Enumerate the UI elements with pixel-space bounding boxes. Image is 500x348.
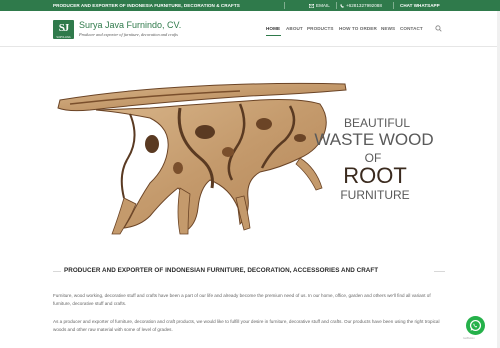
whatsapp-chat-link[interactable]: CHAT WHATSAPP: [400, 3, 440, 8]
top-tagline: PRODUCER AND EXPORTER OF INDONESIA FURNI…: [53, 3, 240, 8]
title-divider-right: [434, 271, 445, 272]
top-divider: [284, 2, 285, 9]
nav-news[interactable]: NEWS: [381, 26, 395, 31]
logo-small-text: SURYA JAVA: [56, 36, 71, 39]
intro-paragraph-1: Furniture, wood working, decorative stuf…: [53, 293, 431, 306]
email-link[interactable]: EMAIL: [309, 3, 330, 8]
nav-how-to-order[interactable]: HOW TO ORDER: [339, 26, 377, 31]
top-divider: [336, 2, 337, 9]
title-divider-left: [53, 271, 61, 272]
whatsapp-chat-label: CHAT WHATSAPP: [400, 3, 440, 8]
nav-contact[interactable]: CONTACT: [400, 26, 423, 31]
top-bar: PRODUCER AND EXPORTER OF INDONESIA FURNI…: [0, 0, 500, 11]
whatsapp-icon: [469, 319, 482, 332]
logo-monogram: SJ: [58, 22, 70, 34]
hero-line-4: ROOT: [343, 163, 407, 188]
nav-about[interactable]: ABOUT: [286, 26, 303, 31]
whatsapp-float-button[interactable]: [466, 316, 485, 335]
search-icon[interactable]: [435, 25, 442, 32]
top-divider: [393, 2, 394, 9]
email-icon: [309, 3, 314, 8]
brand-tagline: Producer and exporter of furniture, deco…: [79, 32, 178, 37]
email-label: EMAIL: [316, 3, 330, 8]
site-logo[interactable]: SJ SURYA JAVA: [53, 20, 74, 39]
hero-line-1: BEAUTIFUL: [343, 116, 410, 130]
hero-banner: BEAUTIFUL WASTE WOOD OF ROOT FURNITURE: [0, 48, 500, 250]
site-header: SJ SURYA JAVA Surya Java Furnindo, CV. P…: [0, 11, 500, 47]
hero-line-5: FURNITURE: [340, 188, 410, 202]
phone-link[interactable]: +6281327992088: [340, 3, 382, 8]
nav-active-indicator: [266, 35, 281, 36]
nav-home[interactable]: HOME: [266, 26, 280, 31]
phone-icon: [340, 3, 344, 8]
brand-name[interactable]: Surya Java Furnindo, CV.: [79, 20, 181, 30]
intro-paragraph-2: As a producer and exporter of furniture,…: [53, 319, 440, 332]
phone-number: +6281327992088: [346, 3, 382, 8]
nav-products[interactable]: PRODUCTS: [307, 26, 334, 31]
getbutton-label: GetButton: [463, 337, 475, 340]
hero-line-2: WASTE WOOD: [314, 130, 434, 149]
section-title: PRODUCER AND EXPORTER OF INDONESIAN FURN…: [64, 267, 379, 274]
